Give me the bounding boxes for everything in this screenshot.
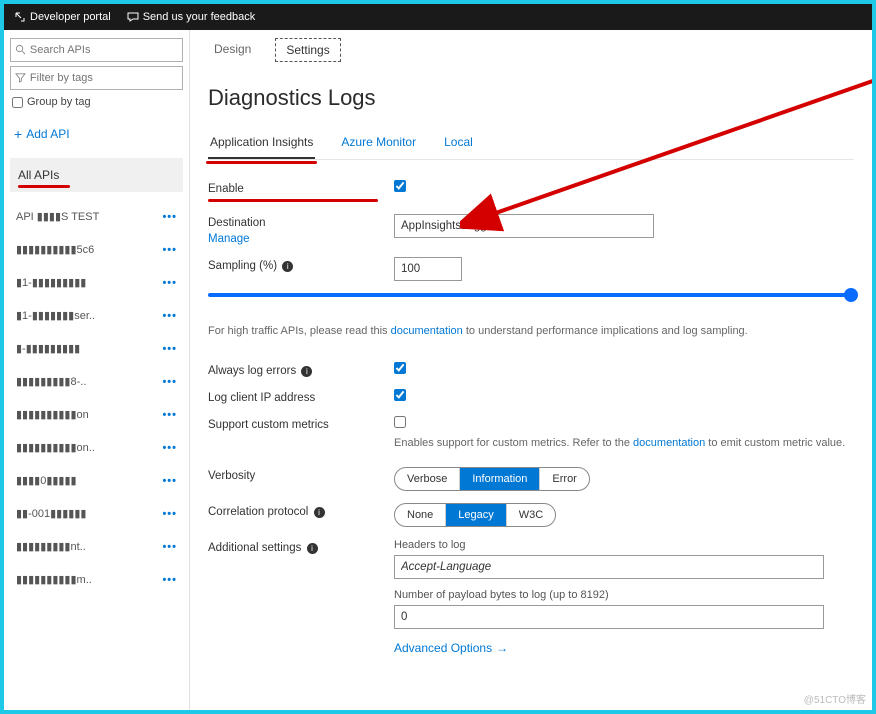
sidebar: Group by tag + Add API All APIs API ▮▮▮▮… bbox=[4, 30, 190, 710]
arrow-right-icon: → bbox=[496, 641, 508, 655]
additional-label: Additional settings i bbox=[208, 539, 394, 554]
bytes-label: Number of payload bytes to log (up to 81… bbox=[394, 589, 854, 601]
api-list-item[interactable]: ▮▮▮▮▮▮▮▮▮▮m..••• bbox=[10, 563, 183, 596]
custom-metrics-help: Enables support for custom metrics. Refe… bbox=[394, 437, 854, 449]
sampling-label: Sampling (%) i bbox=[208, 257, 394, 272]
subtab-local[interactable]: Local bbox=[442, 129, 475, 159]
slider-thumb[interactable] bbox=[844, 288, 858, 302]
all-apis-item[interactable]: All APIs bbox=[10, 158, 183, 192]
info-icon: i bbox=[307, 543, 318, 554]
top-tabs: Design Settings bbox=[208, 38, 854, 63]
always-log-checkbox[interactable] bbox=[394, 362, 406, 374]
feedback-link[interactable]: Send us your feedback bbox=[127, 11, 256, 23]
highlight-underline bbox=[18, 185, 70, 188]
correlation-group: NoneLegacyW3C bbox=[394, 503, 556, 527]
filter-icon bbox=[15, 72, 26, 84]
plus-icon: + bbox=[14, 126, 22, 142]
api-list-item[interactable]: ▮▮▮▮▮▮▮▮▮▮on••• bbox=[10, 398, 183, 431]
external-icon bbox=[14, 11, 26, 23]
api-list-item[interactable]: API ▮▮▮▮S TEST••• bbox=[10, 200, 183, 233]
subtabs: Application Insights Azure Monitor Local bbox=[208, 129, 854, 160]
more-dots-icon[interactable]: ••• bbox=[162, 541, 177, 553]
api-list-item[interactable]: ▮▮▮▮▮▮▮▮▮▮5c6••• bbox=[10, 233, 183, 266]
tab-design[interactable]: Design bbox=[208, 38, 257, 62]
search-apis-field[interactable] bbox=[10, 38, 183, 62]
more-dots-icon[interactable]: ••• bbox=[162, 475, 177, 487]
more-dots-icon[interactable]: ••• bbox=[162, 310, 177, 322]
headers-label: Headers to log bbox=[394, 539, 854, 551]
subtab-application-insights[interactable]: Application Insights bbox=[208, 129, 315, 159]
api-list-item[interactable]: ▮▮▮▮▮▮▮▮▮nt..••• bbox=[10, 530, 183, 563]
pill-option[interactable]: Verbose bbox=[395, 468, 460, 490]
manage-link[interactable]: Manage bbox=[208, 233, 394, 245]
pill-option[interactable]: Information bbox=[460, 468, 540, 490]
sampling-slider[interactable] bbox=[208, 293, 854, 309]
api-list-item[interactable]: ▮-▮▮▮▮▮▮▮▮▮••• bbox=[10, 332, 183, 365]
always-log-label: Always log errors i bbox=[208, 362, 394, 377]
more-dots-icon[interactable]: ••• bbox=[162, 244, 177, 256]
more-dots-icon[interactable]: ••• bbox=[162, 409, 177, 421]
group-by-tag-checkbox[interactable]: Group by tag bbox=[10, 94, 183, 110]
page-title: Diagnostics Logs bbox=[208, 85, 854, 111]
watermark: @51CTO博客 bbox=[804, 691, 866, 706]
api-list-item[interactable]: ▮1-▮▮▮▮▮▮▮▮▮••• bbox=[10, 266, 183, 299]
top-bar: Developer portal Send us your feedback bbox=[4, 4, 872, 30]
verbosity-group: VerboseInformationError bbox=[394, 467, 590, 491]
documentation-link[interactable]: documentation bbox=[391, 325, 463, 337]
headers-input[interactable] bbox=[394, 555, 824, 579]
pill-option[interactable]: Legacy bbox=[446, 504, 506, 526]
more-dots-icon[interactable]: ••• bbox=[162, 376, 177, 388]
client-ip-checkbox[interactable] bbox=[394, 389, 406, 401]
destination-label: Destination bbox=[208, 217, 266, 229]
pill-option[interactable]: Error bbox=[540, 468, 588, 490]
search-input[interactable] bbox=[30, 44, 178, 56]
info-icon: i bbox=[282, 261, 293, 272]
api-list-item[interactable]: ▮1-▮▮▮▮▮▮▮ser..••• bbox=[10, 299, 183, 332]
info-icon: i bbox=[314, 507, 325, 518]
more-dots-icon[interactable]: ••• bbox=[162, 277, 177, 289]
advanced-options-link[interactable]: Advanced Options→ bbox=[394, 641, 854, 655]
client-ip-label: Log client IP address bbox=[208, 389, 394, 404]
highlight-underline bbox=[206, 161, 317, 164]
api-list: API ▮▮▮▮S TEST•••▮▮▮▮▮▮▮▮▮▮5c6•••▮1-▮▮▮▮… bbox=[10, 200, 183, 596]
api-list-item[interactable]: ▮▮▮▮▮▮▮▮▮8-..••• bbox=[10, 365, 183, 398]
main-panel: Design Settings Diagnostics Logs Applica… bbox=[190, 30, 872, 710]
filter-input[interactable] bbox=[30, 72, 178, 84]
group-by-tag-input[interactable] bbox=[12, 97, 23, 108]
sampling-note: For high traffic APIs, please read this … bbox=[208, 323, 854, 340]
pill-option[interactable]: None bbox=[395, 504, 446, 526]
documentation-link[interactable]: documentation bbox=[633, 437, 705, 449]
more-dots-icon[interactable]: ••• bbox=[162, 343, 177, 355]
more-dots-icon[interactable]: ••• bbox=[162, 508, 177, 520]
feedback-icon bbox=[127, 11, 139, 23]
tab-settings[interactable]: Settings bbox=[275, 38, 340, 62]
more-dots-icon[interactable]: ••• bbox=[162, 211, 177, 223]
developer-portal-link[interactable]: Developer portal bbox=[14, 11, 111, 23]
bytes-input[interactable] bbox=[394, 605, 824, 629]
search-icon bbox=[15, 44, 26, 56]
more-dots-icon[interactable]: ••• bbox=[162, 574, 177, 586]
enable-label: Enable bbox=[208, 180, 394, 202]
custom-metrics-label: Support custom metrics bbox=[208, 416, 394, 431]
highlight-underline bbox=[208, 199, 378, 202]
pill-option[interactable]: W3C bbox=[507, 504, 555, 526]
correlation-label: Correlation protocol i bbox=[208, 503, 394, 518]
api-list-item[interactable]: ▮▮-001▮▮▮▮▮▮••• bbox=[10, 497, 183, 530]
subtab-azure-monitor[interactable]: Azure Monitor bbox=[339, 129, 418, 159]
info-icon: i bbox=[301, 366, 312, 377]
filter-tags-field[interactable] bbox=[10, 66, 183, 90]
api-list-item[interactable]: ▮▮▮▮▮▮▮▮▮▮on..••• bbox=[10, 431, 183, 464]
verbosity-label: Verbosity bbox=[208, 467, 394, 482]
enable-checkbox[interactable] bbox=[394, 180, 406, 192]
destination-input[interactable] bbox=[394, 214, 654, 238]
api-list-item[interactable]: ▮▮▮▮0▮▮▮▮▮••• bbox=[10, 464, 183, 497]
custom-metrics-checkbox[interactable] bbox=[394, 416, 406, 428]
add-api-button[interactable]: + Add API bbox=[10, 114, 183, 154]
more-dots-icon[interactable]: ••• bbox=[162, 442, 177, 454]
sampling-input[interactable] bbox=[394, 257, 462, 281]
